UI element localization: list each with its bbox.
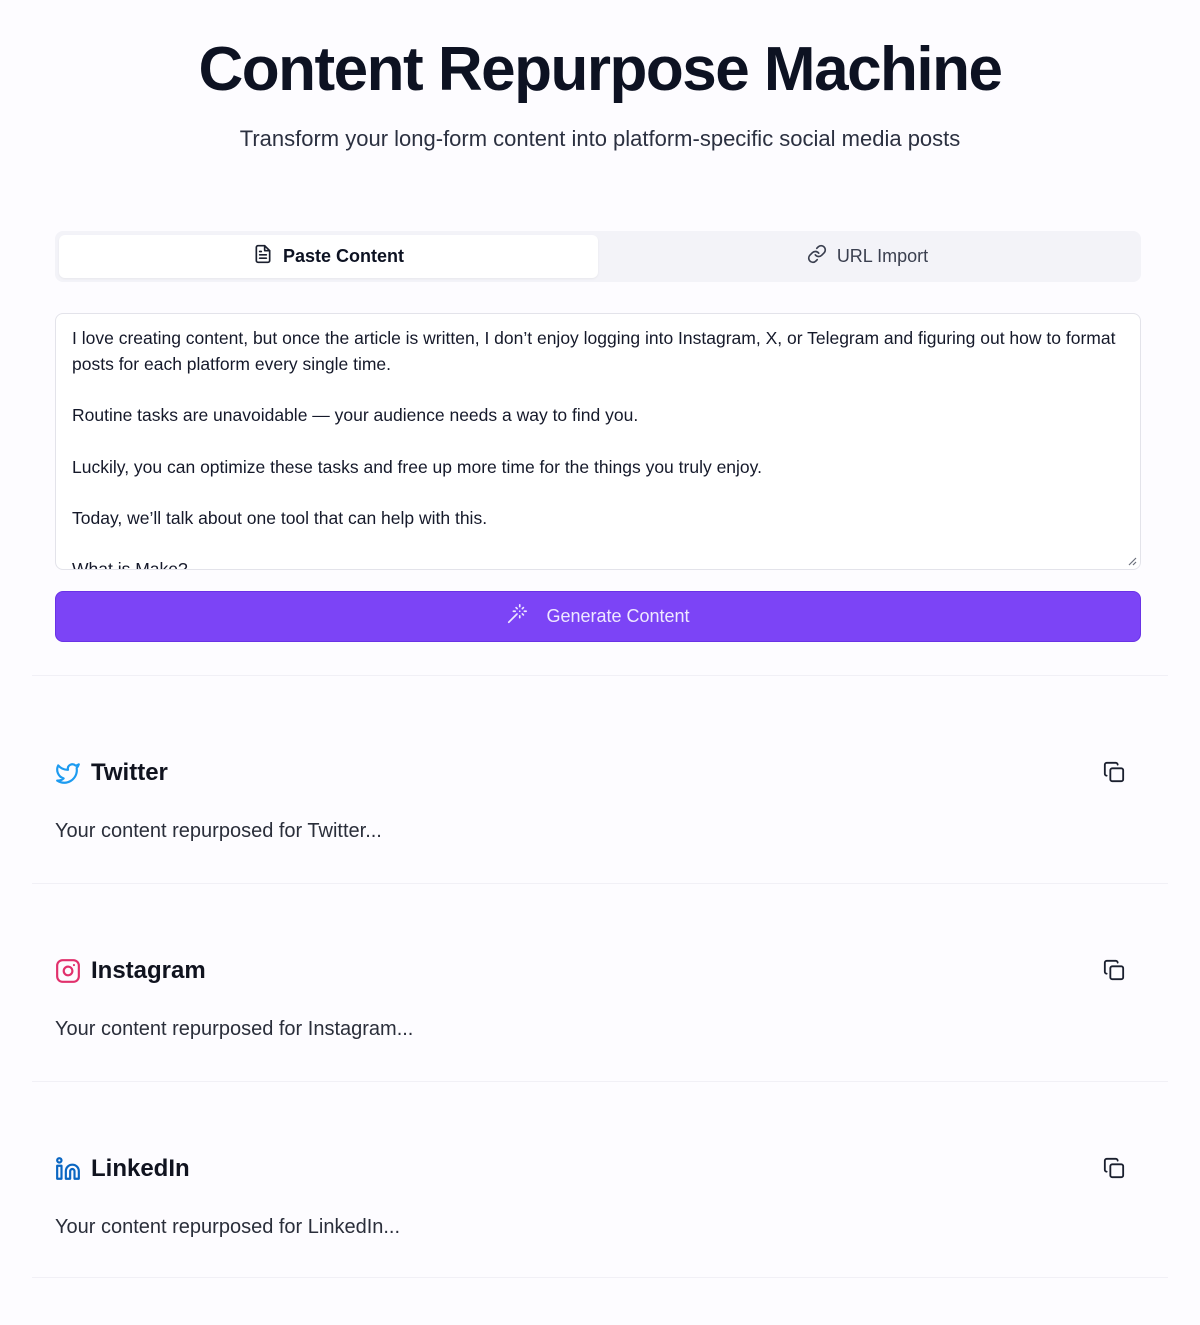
platform-card-instagram: Instagram Your content repurposed for In… [55,956,1141,1040]
instagram-icon [55,958,81,984]
tab-paste-content[interactable]: Paste Content [59,235,598,278]
generate-button-label: Generate Content [546,606,690,626]
content-textarea-value[interactable]: I love creating content, but once the ar… [72,326,1116,569]
tab-label: URL Import [836,246,929,266]
linkedin-icon [55,1156,81,1182]
platform-output: Your content repurposed for LinkedIn... [55,1216,401,1238]
magic-wand-icon [506,603,528,630]
input-mode-tabs: Paste Content URL Import [55,231,1141,282]
platform-name: Instagram [91,957,206,984]
platform-card-linkedin: LinkedIn Your content repurposed for Lin… [55,1154,1141,1238]
document-icon [253,244,273,269]
generate-content-button[interactable]: Generate Content [55,591,1141,642]
platform-name: Twitter [91,759,168,786]
twitter-icon [55,760,81,786]
divider [32,675,1168,676]
page-title: Content Repurpose Machine [198,35,1003,104]
page-subtitle: Transform your long-form content into pl… [239,126,961,151]
copy-icon[interactable] [1103,959,1127,983]
link-icon [807,244,827,269]
platform-name: LinkedIn [91,1155,190,1182]
content-textarea[interactable]: I love creating content, but once the ar… [55,313,1141,570]
platform-output: Your content repurposed for Instagram... [55,1018,414,1040]
copy-icon[interactable] [1103,1157,1127,1181]
tab-label: Paste Content [282,246,405,266]
copy-icon[interactable] [1103,761,1127,785]
divider [32,883,1168,884]
resize-handle-icon[interactable] [1127,556,1137,566]
platform-output: Your content repurposed for Twitter... [55,820,382,842]
divider [32,1081,1168,1082]
tab-url-import[interactable]: URL Import [598,235,1137,278]
platform-card-twitter: Twitter Your content repurposed for Twit… [55,758,1141,842]
divider [32,1277,1168,1278]
